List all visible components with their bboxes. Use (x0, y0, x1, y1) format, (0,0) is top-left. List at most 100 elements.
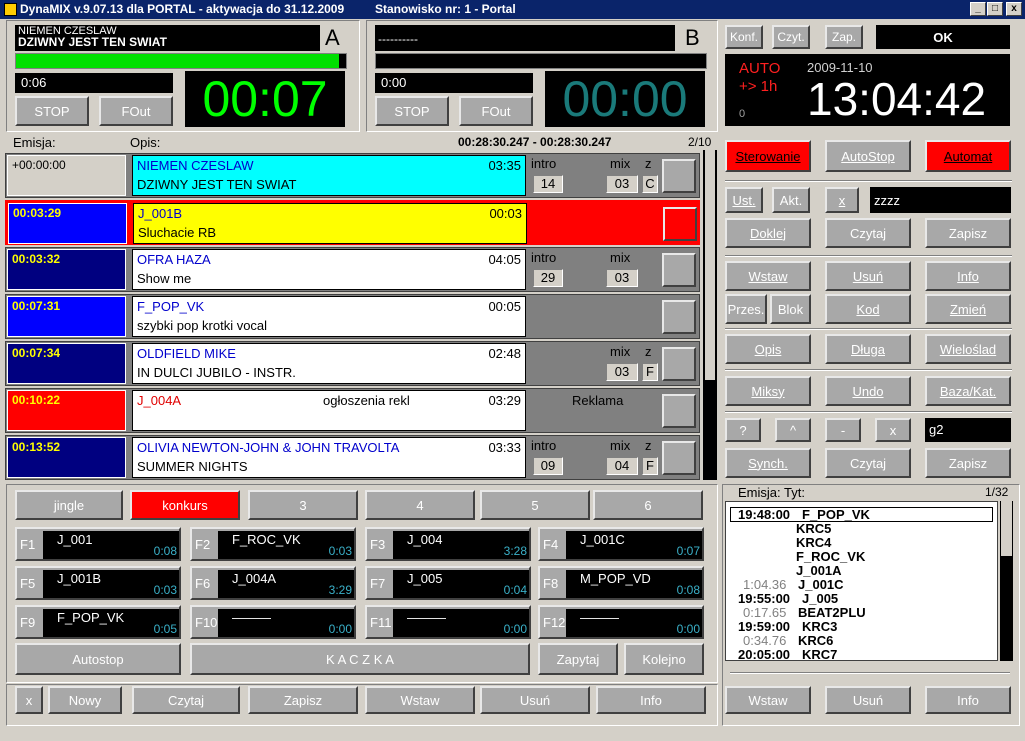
function-key-f10[interactable]: F10 ——— 0:00 (190, 605, 356, 639)
schedule-item[interactable]: KRC5 (796, 521, 831, 536)
opis-button[interactable]: Opis (725, 334, 811, 364)
bottom-usun-button[interactable]: Usuń (480, 686, 590, 714)
function-key-f4[interactable]: F4 J_001C 0:07 (538, 527, 704, 561)
player-a-stop-button[interactable]: STOP (15, 96, 89, 126)
blok-button[interactable]: Blok (770, 294, 811, 324)
jingle-tab-5[interactable]: 5 (480, 490, 590, 520)
zapytaj-button[interactable]: Zapytaj (538, 643, 618, 675)
schedule-item[interactable]: F_ROC_VK (796, 549, 865, 564)
kolejno-button[interactable]: Kolejno (624, 643, 704, 675)
info-button[interactable]: Info (925, 261, 1011, 291)
baza-kat-button[interactable]: Baza/Kat. (925, 376, 1011, 406)
playlist-scrollbar[interactable] (703, 150, 717, 480)
function-key-f1[interactable]: F1 J_001 0:08 (15, 527, 181, 561)
schedule-item[interactable]: J_001A (796, 563, 842, 578)
wieloslad-button[interactable]: Wieloślad (925, 334, 1011, 364)
player-a-fout-button[interactable]: FOut (99, 96, 173, 126)
zapisz-button-2[interactable]: Zapisz (925, 448, 1011, 478)
bottom-wstaw-button[interactable]: Wstaw (365, 686, 475, 714)
up-button[interactable]: ^ (775, 418, 811, 442)
nowy-button[interactable]: Nowy (48, 686, 122, 714)
schedule-item[interactable]: KRC6 (798, 633, 833, 648)
dluga-button[interactable]: Długa (825, 334, 911, 364)
playlist-row[interactable]: 00:10:22 J_004A ogłoszenia rekl 03:29 Re… (5, 388, 700, 433)
playlist-row[interactable]: +00:00:00 NIEMEN CZESLAW 03:35 DZIWNY JE… (5, 153, 700, 198)
player-b-fout-button[interactable]: FOut (459, 96, 533, 126)
schedule-item[interactable]: KRC7 (802, 647, 837, 660)
konf-button[interactable]: Konf. (725, 25, 763, 49)
czytaj-button-1[interactable]: Czytaj (825, 218, 911, 248)
schedule-list[interactable]: 19:48:00 F_POP_VK KRC5 KRC4 F_ROC_VK J_001A 1:… (725, 501, 998, 661)
function-key-f11[interactable]: F11 ——— 0:00 (365, 605, 531, 639)
clear-field1-button[interactable]: x (825, 187, 859, 213)
ust-button[interactable]: Ust. (725, 187, 763, 213)
row-select-button[interactable] (663, 207, 697, 241)
autostop-toggle[interactable]: AutoStop (825, 140, 911, 172)
playlist-row[interactable]: 00:07:34 OLDFIELD MIKE 02:48 IN DULCI JU… (5, 341, 700, 386)
row-select-button[interactable] (662, 253, 696, 287)
row-select-button[interactable] (662, 347, 696, 381)
function-key-f6[interactable]: F6 J_004A 3:29 (190, 566, 356, 600)
row-select-button[interactable] (662, 394, 696, 428)
function-key-f8[interactable]: F8 M_POP_VD 0:08 (538, 566, 704, 600)
bottom-czytaj-button[interactable]: Czytaj (132, 686, 240, 714)
jingle-tab-6[interactable]: 6 (593, 490, 703, 520)
doklej-button[interactable]: Doklej (725, 218, 811, 248)
schedule-usun-button[interactable]: Usuń (825, 686, 911, 714)
czytaj-button-2[interactable]: Czytaj (825, 448, 911, 478)
playlist-row[interactable]: 00:07:31 F_POP_VK 00:05 szybki pop krotk… (5, 294, 700, 339)
minus-button[interactable]: - (825, 418, 861, 442)
field2-display[interactable]: g2 (925, 418, 1011, 442)
row-select-button[interactable] (662, 441, 696, 475)
row-select-button[interactable] (662, 159, 696, 193)
wstaw-button[interactable]: Wstaw (725, 261, 811, 291)
schedule-item[interactable]: F_POP_VK (802, 507, 870, 522)
schedule-item[interactable]: KRC3 (802, 619, 837, 634)
minimize-button[interactable]: _ (970, 2, 986, 16)
jingle-tab-1[interactable]: jingle (15, 490, 123, 520)
function-key-f5[interactable]: F5 J_001B 0:03 (15, 566, 181, 600)
close-button[interactable]: x (1006, 2, 1022, 16)
bottom-zapisz-button[interactable]: Zapisz (248, 686, 358, 714)
schedule-scrollbar[interactable] (1000, 501, 1013, 661)
playlist-row[interactable]: 00:13:52 OLIVIA NEWTON-JOHN & JOHN TRAVO… (5, 435, 700, 480)
zapisz-button-1[interactable]: Zapisz (925, 218, 1011, 248)
bottom-info-button[interactable]: Info (596, 686, 706, 714)
row-select-button[interactable] (662, 300, 696, 334)
kod-button[interactable]: Kod (825, 294, 911, 324)
undo-button[interactable]: Undo (825, 376, 911, 406)
clear-field2-button[interactable]: x (875, 418, 911, 442)
bottom-x-button[interactable]: x (15, 686, 43, 714)
jingle-tab-4[interactable]: 4 (365, 490, 475, 520)
schedule-item[interactable]: KRC4 (796, 535, 831, 550)
akt-button[interactable]: Akt. (772, 187, 810, 213)
miksy-button[interactable]: Miksy (725, 376, 811, 406)
jingle-tab-2[interactable]: konkurs (130, 490, 240, 520)
sterowanie-button[interactable]: Sterowanie (725, 140, 811, 172)
schedule-item[interactable]: J_005 (802, 591, 838, 606)
function-key-f3[interactable]: F3 J_004 3:28 (365, 527, 531, 561)
automat-button[interactable]: Automat (925, 140, 1011, 172)
schedule-item[interactable]: BEAT2PLU (798, 605, 866, 620)
help-button[interactable]: ? (725, 418, 761, 442)
przes-button[interactable]: Przes. (725, 294, 767, 324)
synch-button[interactable]: Synch. (725, 448, 811, 478)
playlist-row[interactable]: 00:03:32 OFRA HAZA 04:05 Show me intro 2… (5, 247, 700, 292)
schedule-item[interactable]: J_001C (798, 577, 844, 592)
function-key-f9[interactable]: F9 F_POP_VK 0:05 (15, 605, 181, 639)
schedule-info-button[interactable]: Info (925, 686, 1011, 714)
playlist-row-selected[interactable]: 00:03:29 J_001B 00:03 Sluchacie RB (5, 200, 700, 245)
schedule-wstaw-button[interactable]: Wstaw (725, 686, 811, 714)
player-b-stop-button[interactable]: STOP (375, 96, 449, 126)
function-key-f7[interactable]: F7 J_005 0:04 (365, 566, 531, 600)
jingle-tab-3[interactable]: 3 (248, 490, 358, 520)
zmien-button[interactable]: Zmień (925, 294, 1011, 324)
function-key-f2[interactable]: F2 F_ROC_VK 0:03 (190, 527, 356, 561)
function-key-f12[interactable]: F12 ——— 0:00 (538, 605, 704, 639)
jingle-set-name[interactable]: K A C Z K A (190, 643, 530, 675)
czyt-button[interactable]: Czyt. (772, 25, 810, 49)
jingle-autostop-button[interactable]: Autostop (15, 643, 181, 675)
usun-button[interactable]: Usuń (825, 261, 911, 291)
field1-display[interactable]: zzzz (870, 187, 1011, 213)
zap-button[interactable]: Zap. (825, 25, 863, 49)
